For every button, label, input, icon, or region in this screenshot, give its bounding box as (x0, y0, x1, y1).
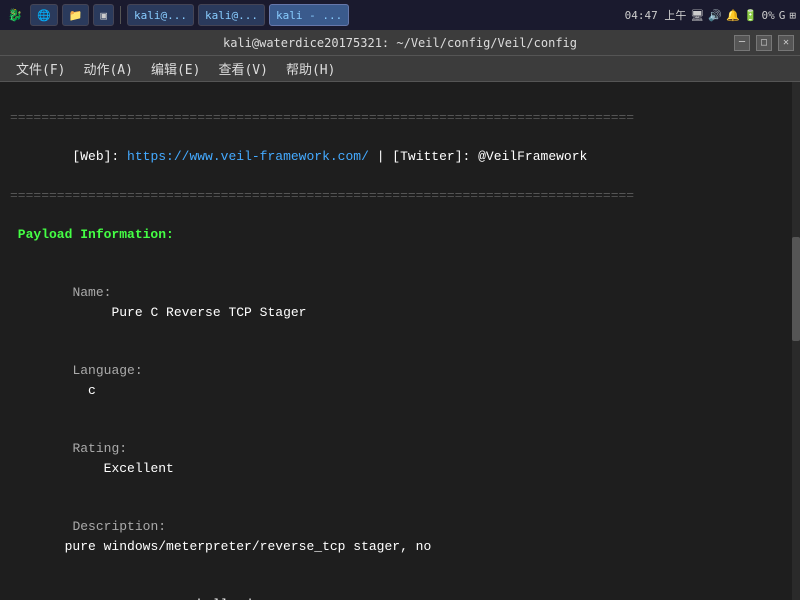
taskbar-dragon-icon[interactable]: 🐉 (4, 4, 26, 26)
layout-icon: ⊞ (789, 9, 796, 22)
taskbar-term2-btn[interactable]: kali@... (127, 4, 194, 26)
taskbar-term4-btn[interactable]: kali - ... (269, 4, 349, 26)
menu-file[interactable]: 文件(F) (8, 57, 73, 80)
window-controls: ─ □ ✕ (734, 35, 794, 51)
volume-icon: 🔊 (708, 9, 722, 22)
scrollbar-thumb[interactable] (792, 237, 800, 341)
description-row1: Description: pure windows/meterpreter/re… (10, 498, 790, 576)
battery-pct: 0% (762, 9, 775, 22)
menu-action[interactable]: 动作(A) (75, 57, 140, 80)
taskbar-term3-btn[interactable]: kali@... (198, 4, 265, 26)
separator-top: ========================================… (10, 108, 790, 128)
notify-icon: 🔔 (726, 9, 740, 22)
taskbar-files-btn[interactable]: 📁 (62, 4, 90, 26)
web-twitter-line: [Web]: https://www.veil-framework.com/ |… (10, 127, 790, 186)
payload-info-header: Payload Information: (10, 225, 790, 245)
menu-edit[interactable]: 编辑(E) (143, 57, 208, 80)
minimize-button[interactable]: ─ (734, 35, 750, 51)
maximize-button[interactable]: □ (756, 35, 772, 51)
language-row: Language: c (10, 342, 790, 420)
terminal[interactable]: ========================================… (0, 82, 800, 600)
scrollbar[interactable] (792, 82, 800, 600)
name-row: Name: Pure C Reverse TCP Stager (10, 264, 790, 342)
taskbar-clock: 04:47 上午 (625, 7, 687, 23)
taskbar: 🐉 🌐 📁 ▣ kali@... kali@... kali - ... 04:… (0, 0, 800, 30)
google-icon: G (779, 9, 786, 22)
close-button[interactable]: ✕ (778, 35, 794, 51)
menu-view[interactable]: 查看(V) (210, 57, 275, 80)
battery-icon: 🔋 (744, 9, 758, 22)
network-icon: 🖥 (690, 9, 704, 22)
window-title: kali@waterdice20175321: ~/Veil/config/Ve… (223, 36, 577, 50)
titlebar: kali@waterdice20175321: ~/Veil/config/Ve… (0, 30, 800, 56)
taskbar-browser-btn[interactable]: 🌐 (30, 4, 58, 26)
menu-help[interactable]: 帮助(H) (278, 57, 343, 80)
taskbar-term1-btn[interactable]: ▣ (93, 4, 114, 26)
taskbar-sys-icons: 🖥 🔊 🔔 🔋 0% G ⊞ (690, 9, 796, 22)
separator-bottom: ========================================… (10, 186, 790, 206)
rating-row: Rating: Excellent (10, 420, 790, 498)
menubar: 文件(F) 动作(A) 编辑(E) 查看(V) 帮助(H) (0, 56, 800, 82)
description-row2: shellcode (10, 576, 790, 600)
